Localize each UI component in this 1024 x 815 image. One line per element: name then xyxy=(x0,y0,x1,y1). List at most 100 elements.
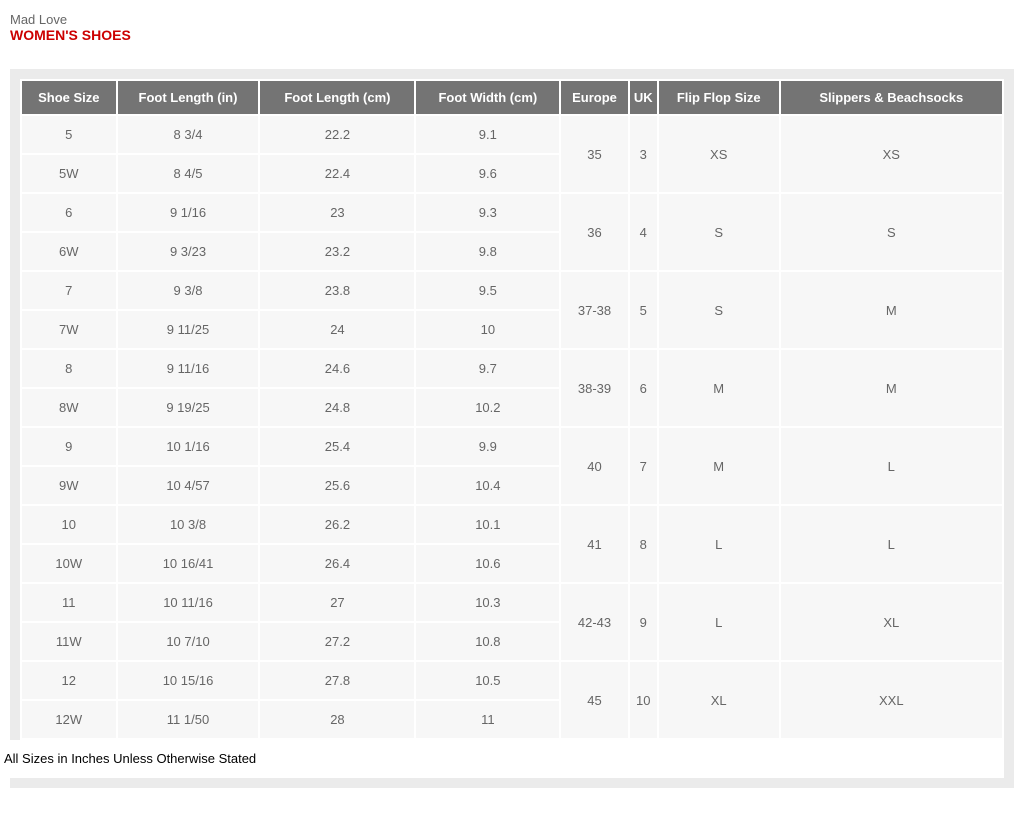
cell-foot-length-in: 10 3/8 xyxy=(118,506,259,543)
cell-foot-length-in: 10 1/16 xyxy=(118,428,259,465)
cell-foot-length-cm: 25.6 xyxy=(260,467,414,504)
cell-foot-length-in: 10 16/41 xyxy=(118,545,259,582)
table-row: 1210 15/1627.810.54510XLXXL xyxy=(22,662,1002,699)
cell-europe: 41 xyxy=(561,506,627,582)
cell-foot-width-cm: 11 xyxy=(416,701,559,738)
cell-foot-length-cm: 28 xyxy=(260,701,414,738)
cell-foot-length-in: 9 11/16 xyxy=(118,350,259,387)
cell-foot-length-cm: 24 xyxy=(260,311,414,348)
cell-foot-length-cm: 23.2 xyxy=(260,233,414,270)
cell-europe: 37-38 xyxy=(561,272,627,348)
table-row: 1010 3/826.210.1418LL xyxy=(22,506,1002,543)
cell-shoe-size: 6W xyxy=(22,233,116,270)
cell-europe: 42-43 xyxy=(561,584,627,660)
cell-foot-length-in: 8 4/5 xyxy=(118,155,259,192)
cell-foot-length-in: 10 15/16 xyxy=(118,662,259,699)
cell-foot-length-cm: 22.2 xyxy=(260,116,414,153)
table-row: 910 1/1625.49.9407ML xyxy=(22,428,1002,465)
cell-shoe-size: 5W xyxy=(22,155,116,192)
cell-foot-width-cm: 10.4 xyxy=(416,467,559,504)
cell-slippers-beachsocks: XXL xyxy=(781,662,1002,738)
cell-flip-flop-size: M xyxy=(659,428,779,504)
column-header-uk: UK xyxy=(630,81,657,114)
size-chart-table: Shoe SizeFoot Length (in)Foot Length (cm… xyxy=(20,79,1004,740)
cell-flip-flop-size: S xyxy=(659,272,779,348)
cell-foot-width-cm: 10.3 xyxy=(416,584,559,621)
cell-shoe-size: 12W xyxy=(22,701,116,738)
table-row: 1110 11/162710.342-439LXL xyxy=(22,584,1002,621)
column-header-foot-length-cm: Foot Length (cm) xyxy=(260,81,414,114)
column-header-europe: Europe xyxy=(561,81,627,114)
cell-slippers-beachsocks: S xyxy=(781,194,1002,270)
cell-foot-length-cm: 27 xyxy=(260,584,414,621)
cell-foot-length-in: 10 11/16 xyxy=(118,584,259,621)
cell-flip-flop-size: XL xyxy=(659,662,779,738)
cell-foot-width-cm: 10.2 xyxy=(416,389,559,426)
table-row: 69 1/16239.3364SS xyxy=(22,194,1002,231)
cell-europe: 38-39 xyxy=(561,350,627,426)
cell-uk: 5 xyxy=(630,272,657,348)
cell-foot-length-in: 10 4/57 xyxy=(118,467,259,504)
cell-uk: 3 xyxy=(630,116,657,192)
cell-shoe-size: 9 xyxy=(22,428,116,465)
column-header-flip-flop-size: Flip Flop Size xyxy=(659,81,779,114)
cell-uk: 8 xyxy=(630,506,657,582)
cell-shoe-size: 7W xyxy=(22,311,116,348)
cell-uk: 10 xyxy=(630,662,657,738)
table-row: 79 3/823.89.537-385SM xyxy=(22,272,1002,309)
cell-europe: 36 xyxy=(561,194,627,270)
page: Mad Love WOMEN'S SHOES Shoe SizeFoot Len… xyxy=(0,12,1024,788)
page-header: Mad Love WOMEN'S SHOES xyxy=(10,12,1024,43)
cell-foot-width-cm: 9.7 xyxy=(416,350,559,387)
brand-label: Mad Love xyxy=(10,12,1024,27)
cell-slippers-beachsocks: XL xyxy=(781,584,1002,660)
cell-flip-flop-size: M xyxy=(659,350,779,426)
cell-foot-width-cm: 10.8 xyxy=(416,623,559,660)
page-title: WOMEN'S SHOES xyxy=(10,27,1024,43)
cell-foot-length-in: 9 11/25 xyxy=(118,311,259,348)
cell-shoe-size: 10W xyxy=(22,545,116,582)
cell-foot-length-in: 10 7/10 xyxy=(118,623,259,660)
column-header-foot-width-cm: Foot Width (cm) xyxy=(416,81,559,114)
cell-foot-width-cm: 9.9 xyxy=(416,428,559,465)
cell-shoe-size: 11W xyxy=(22,623,116,660)
table-header-row: Shoe SizeFoot Length (in)Foot Length (cm… xyxy=(22,81,1002,114)
cell-foot-length-cm: 26.2 xyxy=(260,506,414,543)
cell-shoe-size: 6 xyxy=(22,194,116,231)
cell-foot-width-cm: 9.8 xyxy=(416,233,559,270)
cell-flip-flop-size: S xyxy=(659,194,779,270)
cell-foot-width-cm: 10.1 xyxy=(416,506,559,543)
cell-foot-length-cm: 27.2 xyxy=(260,623,414,660)
cell-foot-length-in: 9 3/8 xyxy=(118,272,259,309)
column-header-slippers-beachsocks: Slippers & Beachsocks xyxy=(781,81,1002,114)
column-header-foot-length-in: Foot Length (in) xyxy=(118,81,259,114)
cell-shoe-size: 9W xyxy=(22,467,116,504)
cell-foot-width-cm: 9.5 xyxy=(416,272,559,309)
cell-uk: 9 xyxy=(630,584,657,660)
cell-europe: 45 xyxy=(561,662,627,738)
cell-foot-length-in: 11 1/50 xyxy=(118,701,259,738)
cell-flip-flop-size: L xyxy=(659,506,779,582)
cell-uk: 7 xyxy=(630,428,657,504)
cell-foot-length-cm: 24.8 xyxy=(260,389,414,426)
cell-slippers-beachsocks: XS xyxy=(781,116,1002,192)
cell-slippers-beachsocks: L xyxy=(781,428,1002,504)
cell-shoe-size: 5 xyxy=(22,116,116,153)
cell-uk: 4 xyxy=(630,194,657,270)
cell-foot-width-cm: 10 xyxy=(416,311,559,348)
cell-foot-length-cm: 25.4 xyxy=(260,428,414,465)
cell-foot-length-in: 9 19/25 xyxy=(118,389,259,426)
cell-foot-width-cm: 9.3 xyxy=(416,194,559,231)
cell-shoe-size: 10 xyxy=(22,506,116,543)
cell-slippers-beachsocks: L xyxy=(781,506,1002,582)
table-row: 89 11/1624.69.738-396MM xyxy=(22,350,1002,387)
cell-shoe-size: 8 xyxy=(22,350,116,387)
table-row: 58 3/422.29.1353XSXS xyxy=(22,116,1002,153)
footnote: All Sizes in Inches Unless Otherwise Sta… xyxy=(0,740,1004,778)
cell-shoe-size: 7 xyxy=(22,272,116,309)
size-chart-container: Shoe SizeFoot Length (in)Foot Length (cm… xyxy=(10,69,1014,788)
cell-shoe-size: 12 xyxy=(22,662,116,699)
cell-foot-length-cm: 27.8 xyxy=(260,662,414,699)
cell-slippers-beachsocks: M xyxy=(781,272,1002,348)
cell-europe: 40 xyxy=(561,428,627,504)
